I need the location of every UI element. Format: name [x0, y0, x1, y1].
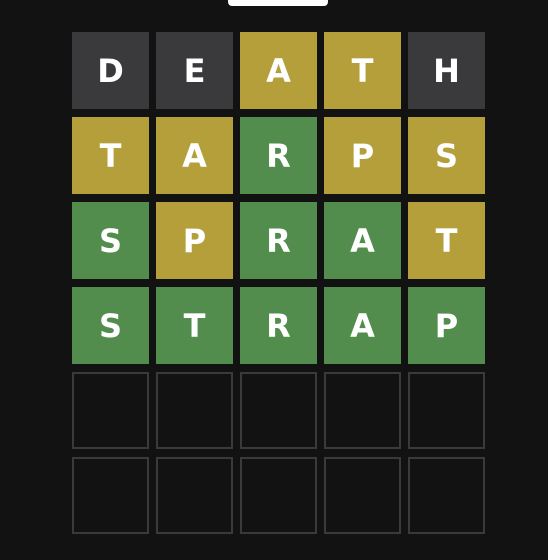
tile-r2-c2: A [156, 117, 233, 194]
tile-r4-c3: R [240, 287, 317, 364]
tile-r5-c4 [324, 372, 401, 449]
tile-r2-c4: P [324, 117, 401, 194]
tile-r6-c2 [156, 457, 233, 534]
tile-r4-c1: S [72, 287, 149, 364]
tile-r2-c3: R [240, 117, 317, 194]
tile-r3-c2: P [156, 202, 233, 279]
tile-r4-c2: T [156, 287, 233, 364]
tile-r3-c4: A [324, 202, 401, 279]
guess-board: D E A T H T A R P S S P R A T S T R A P [72, 32, 485, 534]
top-toast-bar [228, 0, 328, 6]
tile-r4-c5: P [408, 287, 485, 364]
tile-r1-c4: T [324, 32, 401, 109]
tile-r5-c3 [240, 372, 317, 449]
tile-r2-c5: S [408, 117, 485, 194]
tile-r1-c3: A [240, 32, 317, 109]
tile-r3-c3: R [240, 202, 317, 279]
tile-r2-c1: T [72, 117, 149, 194]
tile-r1-c1: D [72, 32, 149, 109]
tile-r6-c4 [324, 457, 401, 534]
tile-r4-c4: A [324, 287, 401, 364]
tile-r6-c3 [240, 457, 317, 534]
tile-r5-c5 [408, 372, 485, 449]
game-screen: D E A T H T A R P S S P R A T S T R A P [0, 0, 548, 560]
tile-r6-c1 [72, 457, 149, 534]
tile-r5-c1 [72, 372, 149, 449]
tile-r5-c2 [156, 372, 233, 449]
tile-r3-c5: T [408, 202, 485, 279]
tile-r6-c5 [408, 457, 485, 534]
tile-r3-c1: S [72, 202, 149, 279]
tile-r1-c2: E [156, 32, 233, 109]
tile-r1-c5: H [408, 32, 485, 109]
